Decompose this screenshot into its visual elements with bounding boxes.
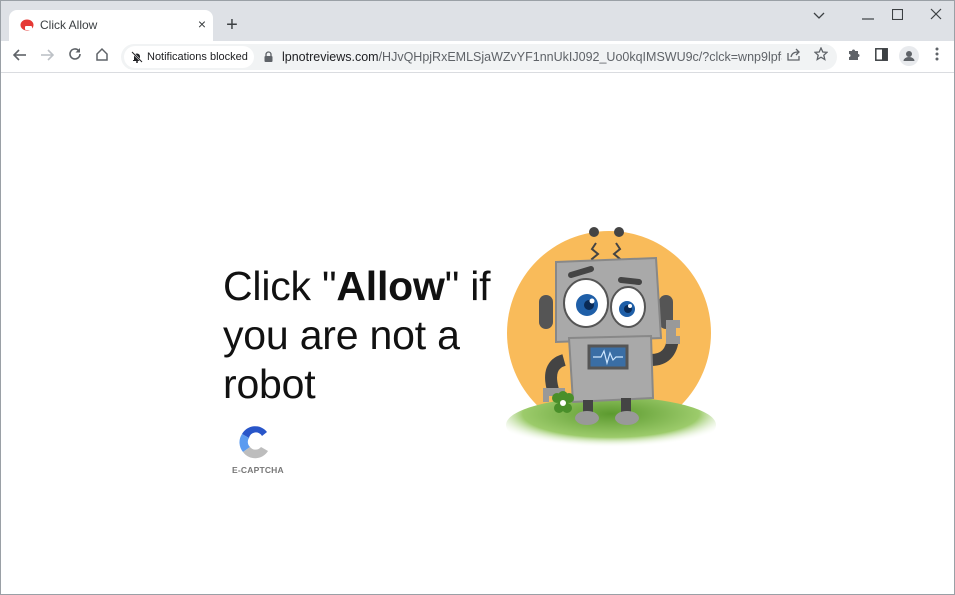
page-content: Click "Allow" if you are not a robot E-CAP…	[1, 74, 954, 594]
url-host: lpnotreviews.com	[282, 50, 379, 64]
avatar-icon	[899, 46, 919, 66]
forward-button[interactable]	[36, 46, 58, 68]
address-bar[interactable]: Notifications blocked lpnotreviews.com/H…	[121, 44, 837, 70]
browser-toolbar: Notifications blocked lpnotreviews.com/H…	[1, 41, 954, 73]
url-text[interactable]: lpnotreviews.com/HJvQHpjRxEMLSjaWZvYF1nn…	[282, 50, 782, 64]
headline-allow: Allow	[336, 263, 445, 309]
back-arrow-icon	[12, 49, 26, 61]
tab-search-icon[interactable]	[807, 5, 831, 25]
tab-title: Click Allow	[40, 18, 98, 32]
extensions-button[interactable]	[843, 46, 865, 68]
grass-ground	[506, 397, 716, 453]
reload-button[interactable]	[64, 46, 86, 68]
tab-click-allow[interactable]: Click Allow ×	[9, 10, 213, 41]
puzzle-icon	[849, 49, 860, 60]
bookmark-button[interactable]	[810, 46, 832, 68]
maximize-button[interactable]	[885, 5, 909, 25]
headline-text-1: Click "	[223, 263, 337, 309]
side-panel-icon	[874, 48, 888, 61]
profile-button[interactable]	[898, 46, 920, 68]
back-button[interactable]	[9, 46, 31, 68]
close-window-button[interactable]	[924, 5, 948, 25]
minimize-button[interactable]	[856, 5, 880, 25]
captcha-label: E-CAPTCHA	[232, 465, 284, 475]
share-button[interactable]	[783, 46, 805, 68]
home-icon	[96, 47, 108, 61]
lock-icon[interactable]	[264, 51, 273, 62]
browser-window: Click Allow × + Notifications blocked lp…	[0, 0, 955, 595]
side-panel-button[interactable]	[870, 46, 892, 68]
favicon-icon	[20, 19, 34, 31]
kebab-menu-icon	[935, 47, 939, 61]
page-headline: Click "Allow" if you are not a robot	[223, 262, 491, 409]
title-bar: Click Allow × +	[1, 1, 954, 41]
left-ear	[539, 295, 553, 329]
new-tab-button[interactable]: +	[222, 15, 242, 35]
notifications-blocked-label: Notifications blocked	[147, 51, 248, 63]
notifications-blocked-chip[interactable]: Notifications blocked	[124, 46, 254, 68]
home-button[interactable]	[91, 46, 113, 68]
share-icon	[787, 48, 800, 61]
reload-icon	[69, 48, 81, 60]
flower	[552, 391, 574, 413]
menu-button[interactable]	[926, 46, 948, 68]
forward-arrow-icon	[41, 49, 55, 61]
tab-close-icon[interactable]: ×	[193, 15, 211, 33]
star-icon	[813, 46, 829, 61]
captcha-logo-icon	[239, 426, 268, 459]
robot-illustration	[506, 227, 716, 453]
bell-off-icon	[131, 51, 143, 63]
url-path: /HJvQHpjRxEMLSjaWZvYF1nnUkIJ092_Uo0kqIMS…	[378, 50, 782, 64]
